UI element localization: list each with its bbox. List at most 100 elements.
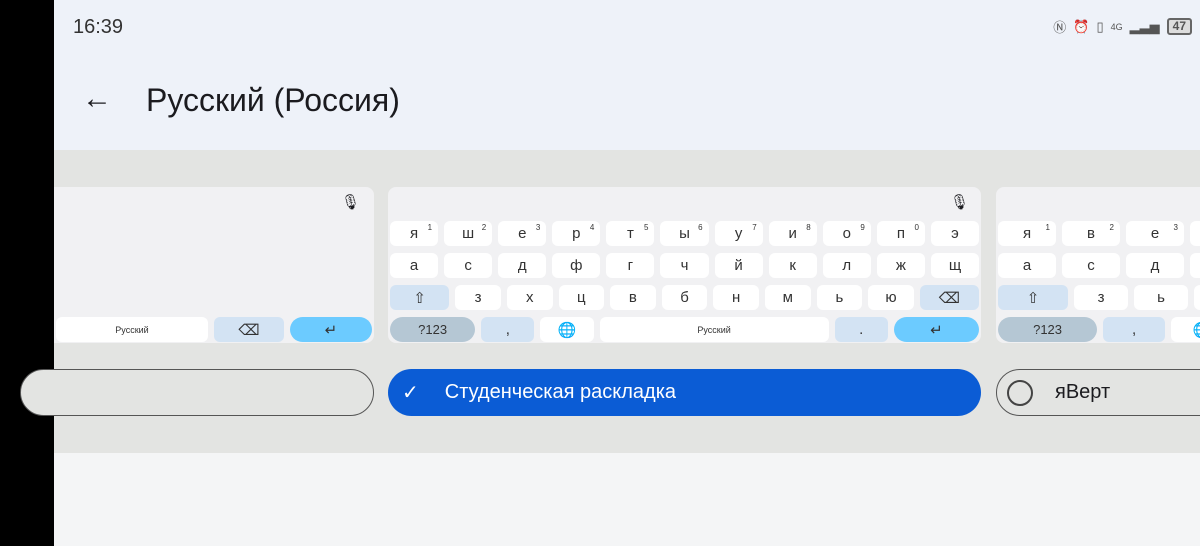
key[interactable]: с [1062,253,1120,278]
key[interactable]: а [390,253,439,278]
key[interactable]: ф [552,253,601,278]
key[interactable]: й [714,253,763,278]
key[interactable]: о9 [822,221,871,246]
key[interactable]: ⌫ [214,317,284,342]
key[interactable]: п0 [876,221,925,246]
key-row: я1в2е3р4 [998,221,1200,246]
key[interactable]: д [1126,253,1184,278]
key[interactable]: з [455,285,501,310]
key-hint: 2 [1109,223,1114,232]
key[interactable]: р4 [552,221,601,246]
key[interactable]: ч [660,253,709,278]
key[interactable]: ⌫ [919,285,980,310]
key[interactable]: ?123 [998,317,1098,342]
key[interactable]: х [506,285,553,310]
vibrate-icon: ▯ [1096,18,1104,34]
keyboard-preview-right[interactable]: я1в2е3р4 а с дф ⇧з ь ц ?123, 🌐 [996,187,1200,343]
key-label: д [517,257,527,274]
key[interactable]: у7 [714,221,763,246]
key-hint: 4 [589,223,595,232]
keyboard-preview-center[interactable]: 🎙 я 1 ш 2 е 3 р 4 т 5 ы 6 у 7 и 8 о 9 п 0 э а с д ф г ч й к л ж щ ⇧ з х ц в б… [388,187,981,343]
radio-icon[interactable] [1007,379,1033,406]
key-label: ф [570,257,583,274]
key[interactable]: к [768,253,817,278]
key[interactable]: ⇧ [390,285,450,310]
key[interactable]: ц [1194,285,1200,310]
key[interactable]: , [481,317,535,342]
network-label: 4G [1110,21,1123,32]
key-label: ж [895,257,906,274]
key-label: Русский [115,324,149,335]
key-label: з [474,289,482,306]
key[interactable]: Русский [56,317,208,342]
key-label: ь [1157,289,1165,306]
key[interactable]: ?123 [390,317,476,342]
key-hint: 3 [535,223,541,232]
key[interactable]: а [998,253,1056,278]
key[interactable]: з [1074,285,1129,310]
key[interactable]: н [713,285,759,310]
key-label: ?123 [1033,322,1063,337]
status-icons: Ⓝ ⏰ ▯ 4G ▂▃▅ 47 [1053,17,1192,36]
key-label: ю [885,289,897,306]
key-hint: 0 [914,223,919,232]
key-hint: 1 [427,223,433,232]
layout-option-next[interactable]: яВерт [996,369,1200,416]
key[interactable]: ю [868,285,914,310]
keyboard-preview-left[interactable]: 🎙 Русский ⌫ ↵ [54,187,374,343]
key[interactable]: ↵ [289,317,372,342]
key[interactable]: с [444,253,493,278]
key[interactable]: ↵ [893,317,979,342]
key-row: я1ш2е3р4т5ы6у7и8о9п0э [390,221,980,246]
key[interactable]: м [764,285,811,310]
key-row: ⇧ з ь ц [998,285,1200,310]
key[interactable]: л [822,253,871,278]
key-label: у [734,225,743,242]
key[interactable]: т5 [606,221,655,246]
key[interactable]: р4 [1190,221,1200,246]
key[interactable]: ц [558,285,605,310]
key[interactable]: е3 [1126,221,1184,246]
key[interactable]: г [606,253,655,278]
key[interactable]: ж [876,253,925,278]
key[interactable]: ь [816,285,863,310]
key-hint: 6 [698,223,703,232]
key-row: а с дф [998,253,1200,278]
key[interactable]: е3 [498,221,547,246]
key[interactable]: ш2 [444,221,493,246]
key[interactable]: д [498,253,547,278]
key[interactable]: 🌐 [540,317,594,342]
key[interactable]: щ [930,253,980,278]
battery-icon: 47 [1166,18,1192,35]
key-hint: 1 [1045,223,1050,232]
key-label: р [572,225,581,242]
layout-option-left[interactable] [20,369,374,416]
key[interactable]: б [661,285,708,310]
key-label: м [782,289,793,306]
key-label: с [1087,257,1095,274]
layout-option-selected[interactable]: ✓ Студенческая раскладка [388,369,981,416]
key[interactable]: 🌐 [1171,317,1200,342]
key[interactable]: ь [1134,285,1189,310]
key-label: е [518,225,527,242]
layout-label: яВерт [1055,381,1111,403]
key-row: ?123, 🌐 Русский. ↵ [390,317,979,342]
key[interactable]: ⇧ [998,285,1069,310]
key[interactable]: э [930,221,980,246]
key[interactable]: , [1103,317,1166,342]
key[interactable]: ф [1190,253,1200,278]
key[interactable]: Русский [599,317,829,342]
key[interactable]: и8 [768,221,817,246]
key-label: й [734,257,743,274]
key-label: о [842,225,851,242]
key-label: , [1131,321,1137,338]
key[interactable]: . [834,317,888,342]
key[interactable]: в [610,285,656,310]
key[interactable]: я1 [390,221,439,246]
key[interactable]: я1 [998,221,1056,246]
back-button[interactable]: ← [82,84,112,114]
key-label: . [859,321,864,338]
key[interactable]: в2 [1062,221,1120,246]
key[interactable]: ы6 [660,221,709,246]
key-label: п [896,225,905,242]
